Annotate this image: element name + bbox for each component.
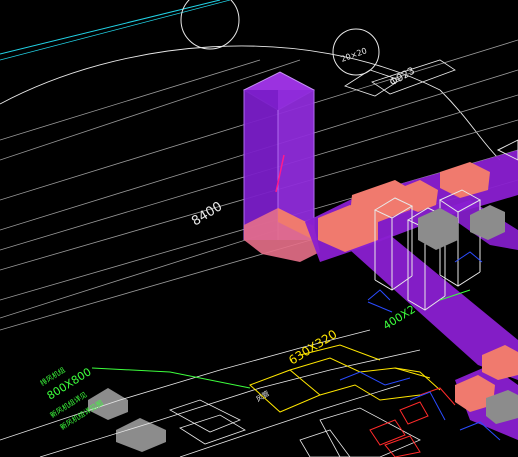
drawing-canvas[interactable]: 8400 20×20 Φ923 630X320 400X2 800X800 排风…: [0, 0, 518, 457]
cyan-line-1: [0, 0, 221, 55]
dimension-label: 8400: [189, 199, 225, 229]
arc-right: [439, 89, 501, 161]
red-elements: [369, 387, 456, 457]
duct-size-label-2: 400X2: [381, 303, 418, 333]
pipe-tag-label: Φ923: [388, 66, 417, 89]
cyan-line-2: [0, 0, 231, 61]
cad-viewport[interactable]: 8400 20×20 Φ923 630X320 400X2 800X800 排风…: [0, 0, 518, 457]
